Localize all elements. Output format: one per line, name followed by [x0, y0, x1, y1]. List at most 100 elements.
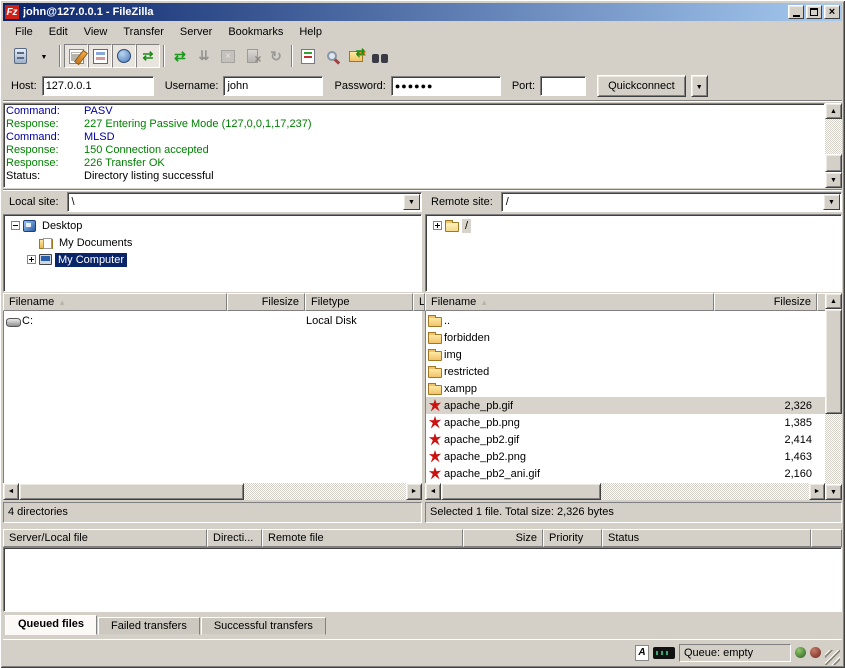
disconnect-button[interactable] — [240, 44, 264, 68]
file-row[interactable]: apache_pb.png 1,385 — [426, 414, 825, 431]
scrollbar-thumb[interactable] — [19, 483, 244, 500]
minimize-button[interactable] — [788, 5, 804, 19]
column-header[interactable]: Filename▲ — [425, 293, 714, 311]
scrollbar-thumb[interactable] — [441, 483, 601, 500]
tree-item-icon — [39, 239, 53, 249]
column-header[interactable]: Filetype — [305, 293, 413, 311]
scroll-right-icon[interactable]: ► — [809, 483, 825, 500]
column-header[interactable]: Remote file — [262, 529, 463, 547]
file-row[interactable]: img — [426, 346, 825, 363]
column-header[interactable]: Filename▲ — [3, 293, 227, 311]
tree-item-icon — [23, 220, 36, 232]
host-input[interactable] — [42, 76, 154, 96]
scroll-up-icon[interactable]: ▲ — [825, 103, 842, 119]
tab-successful-transfers[interactable]: Successful transfers — [201, 617, 326, 635]
column-header[interactable]: L — [413, 293, 425, 311]
column-header[interactable]: Size — [463, 529, 543, 547]
synchronized-browsing-button[interactable] — [344, 44, 368, 68]
remote-hscrollbar[interactable]: ◄ ► — [425, 483, 825, 500]
tree-item-label[interactable]: My Computer — [55, 253, 127, 267]
tree-item[interactable]: Desktop — [5, 217, 420, 234]
title-bar[interactable]: Fz john@127.0.0.1 - FileZilla — [3, 3, 842, 21]
quickconnect-button[interactable]: Quickconnect — [597, 75, 686, 97]
cancel-button[interactable] — [216, 44, 240, 68]
toggle-message-log-button[interactable] — [64, 44, 88, 68]
column-header[interactable]: Directi... — [207, 529, 262, 547]
chevron-down-icon[interactable]: ▼ — [823, 194, 840, 210]
refresh-button[interactable] — [168, 44, 192, 68]
menu-item[interactable]: Server — [172, 23, 220, 41]
menu-item[interactable]: Edit — [41, 23, 76, 41]
file-row[interactable]: C: Local Disk — [4, 312, 422, 329]
filter-button[interactable] — [296, 44, 320, 68]
tree-item[interactable]: My Computer — [5, 251, 420, 268]
column-header[interactable]: Priority — [543, 529, 602, 547]
password-input[interactable] — [391, 76, 501, 96]
speed-limit-icon[interactable] — [653, 647, 675, 659]
file-row[interactable]: apache_pb2_ani.gif 2,160 — [426, 465, 825, 482]
transfer-type-ascii-icon[interactable]: A — [635, 645, 649, 661]
file-row[interactable]: apache_pb2.gif 2,414 — [426, 431, 825, 448]
scroll-down-icon[interactable]: ▼ — [825, 172, 842, 188]
tab-failed-transfers[interactable]: Failed transfers — [98, 617, 200, 635]
scrollbar-thumb[interactable] — [825, 154, 842, 172]
port-input[interactable] — [540, 76, 586, 96]
menu-item[interactable]: View — [76, 23, 116, 41]
log-scrollbar[interactable]: ▲ ▼ — [825, 103, 842, 188]
close-button[interactable] — [824, 5, 840, 19]
menu-item[interactable]: Bookmarks — [220, 23, 291, 41]
file-row[interactable]: apache_pb.gif 2,326 — [426, 397, 825, 414]
username-input[interactable] — [223, 76, 323, 96]
menu-item[interactable]: Transfer — [115, 23, 172, 41]
maximize-button[interactable] — [806, 5, 822, 19]
tree-expander[interactable] — [27, 255, 36, 264]
remote-site-combobox[interactable]: / ▼ — [501, 192, 842, 212]
chevron-down-icon[interactable]: ▼ — [403, 194, 420, 210]
file-row[interactable]: .. — [426, 312, 825, 329]
directory-comparison-button[interactable] — [320, 44, 344, 68]
quickconnect-dropdown[interactable]: ▼ — [691, 75, 708, 97]
port-label: Port: — [512, 80, 535, 92]
menu-item[interactable]: File — [7, 23, 41, 41]
tree-item-label[interactable]: My Documents — [56, 236, 135, 250]
tree-item[interactable]: / — [427, 217, 840, 234]
scroll-left-icon[interactable]: ◄ — [3, 483, 19, 500]
site-manager-button[interactable] — [8, 44, 32, 68]
scroll-down-icon[interactable]: ▼ — [825, 484, 842, 500]
log-line: Response:226 Transfer OK — [6, 157, 822, 170]
scroll-up-icon[interactable]: ▲ — [825, 293, 842, 309]
tree-item-label[interactable]: Desktop — [39, 219, 85, 233]
column-header[interactable]: Status — [602, 529, 811, 547]
column-header[interactable]: Filesize — [227, 293, 305, 311]
toggle-local-tree-button[interactable] — [88, 44, 112, 68]
tree-item-label[interactable]: / — [462, 219, 471, 233]
local-hscrollbar[interactable]: ◄ ► — [3, 483, 422, 500]
column-header[interactable]: Filesize — [714, 293, 817, 311]
column-header[interactable]: Server/Local file — [3, 529, 207, 547]
reconnect-button[interactable] — [264, 44, 288, 68]
file-row[interactable]: restricted — [426, 363, 825, 380]
menu-item[interactable]: Help — [291, 23, 330, 41]
filename-cell: apache_pb.png — [444, 417, 715, 429]
tree-item[interactable]: My Documents — [5, 234, 420, 251]
file-row[interactable]: apache_pb2.png 1,463 — [426, 448, 825, 465]
scroll-left-icon[interactable]: ◄ — [425, 483, 441, 500]
toggle-remote-tree-button[interactable] — [112, 44, 136, 68]
filezilla-window: Fz john@127.0.0.1 - FileZilla File Edit … — [0, 0, 845, 668]
file-row[interactable]: xampp — [426, 380, 825, 397]
scrollbar-thumb[interactable] — [825, 309, 842, 414]
file-row[interactable]: forbidden — [426, 329, 825, 346]
site-manager-dropdown[interactable] — [32, 44, 56, 68]
toggle-queue-button[interactable] — [136, 44, 160, 68]
log-line: Command:MLSD — [6, 131, 822, 144]
filename-cell: apache_pb2_ani.gif — [444, 468, 715, 480]
scroll-right-icon[interactable]: ► — [406, 483, 422, 500]
remote-vscrollbar[interactable]: ▲ ▼ — [825, 293, 842, 500]
tree-expander[interactable] — [11, 221, 20, 230]
tree-expander[interactable] — [433, 221, 442, 230]
tab-queued-files[interactable]: Queued files — [5, 615, 97, 635]
local-site-combobox[interactable]: \ ▼ — [67, 192, 422, 212]
process-queue-button[interactable] — [192, 44, 216, 68]
find-files-button[interactable] — [368, 44, 392, 68]
resize-grip[interactable] — [825, 650, 840, 665]
